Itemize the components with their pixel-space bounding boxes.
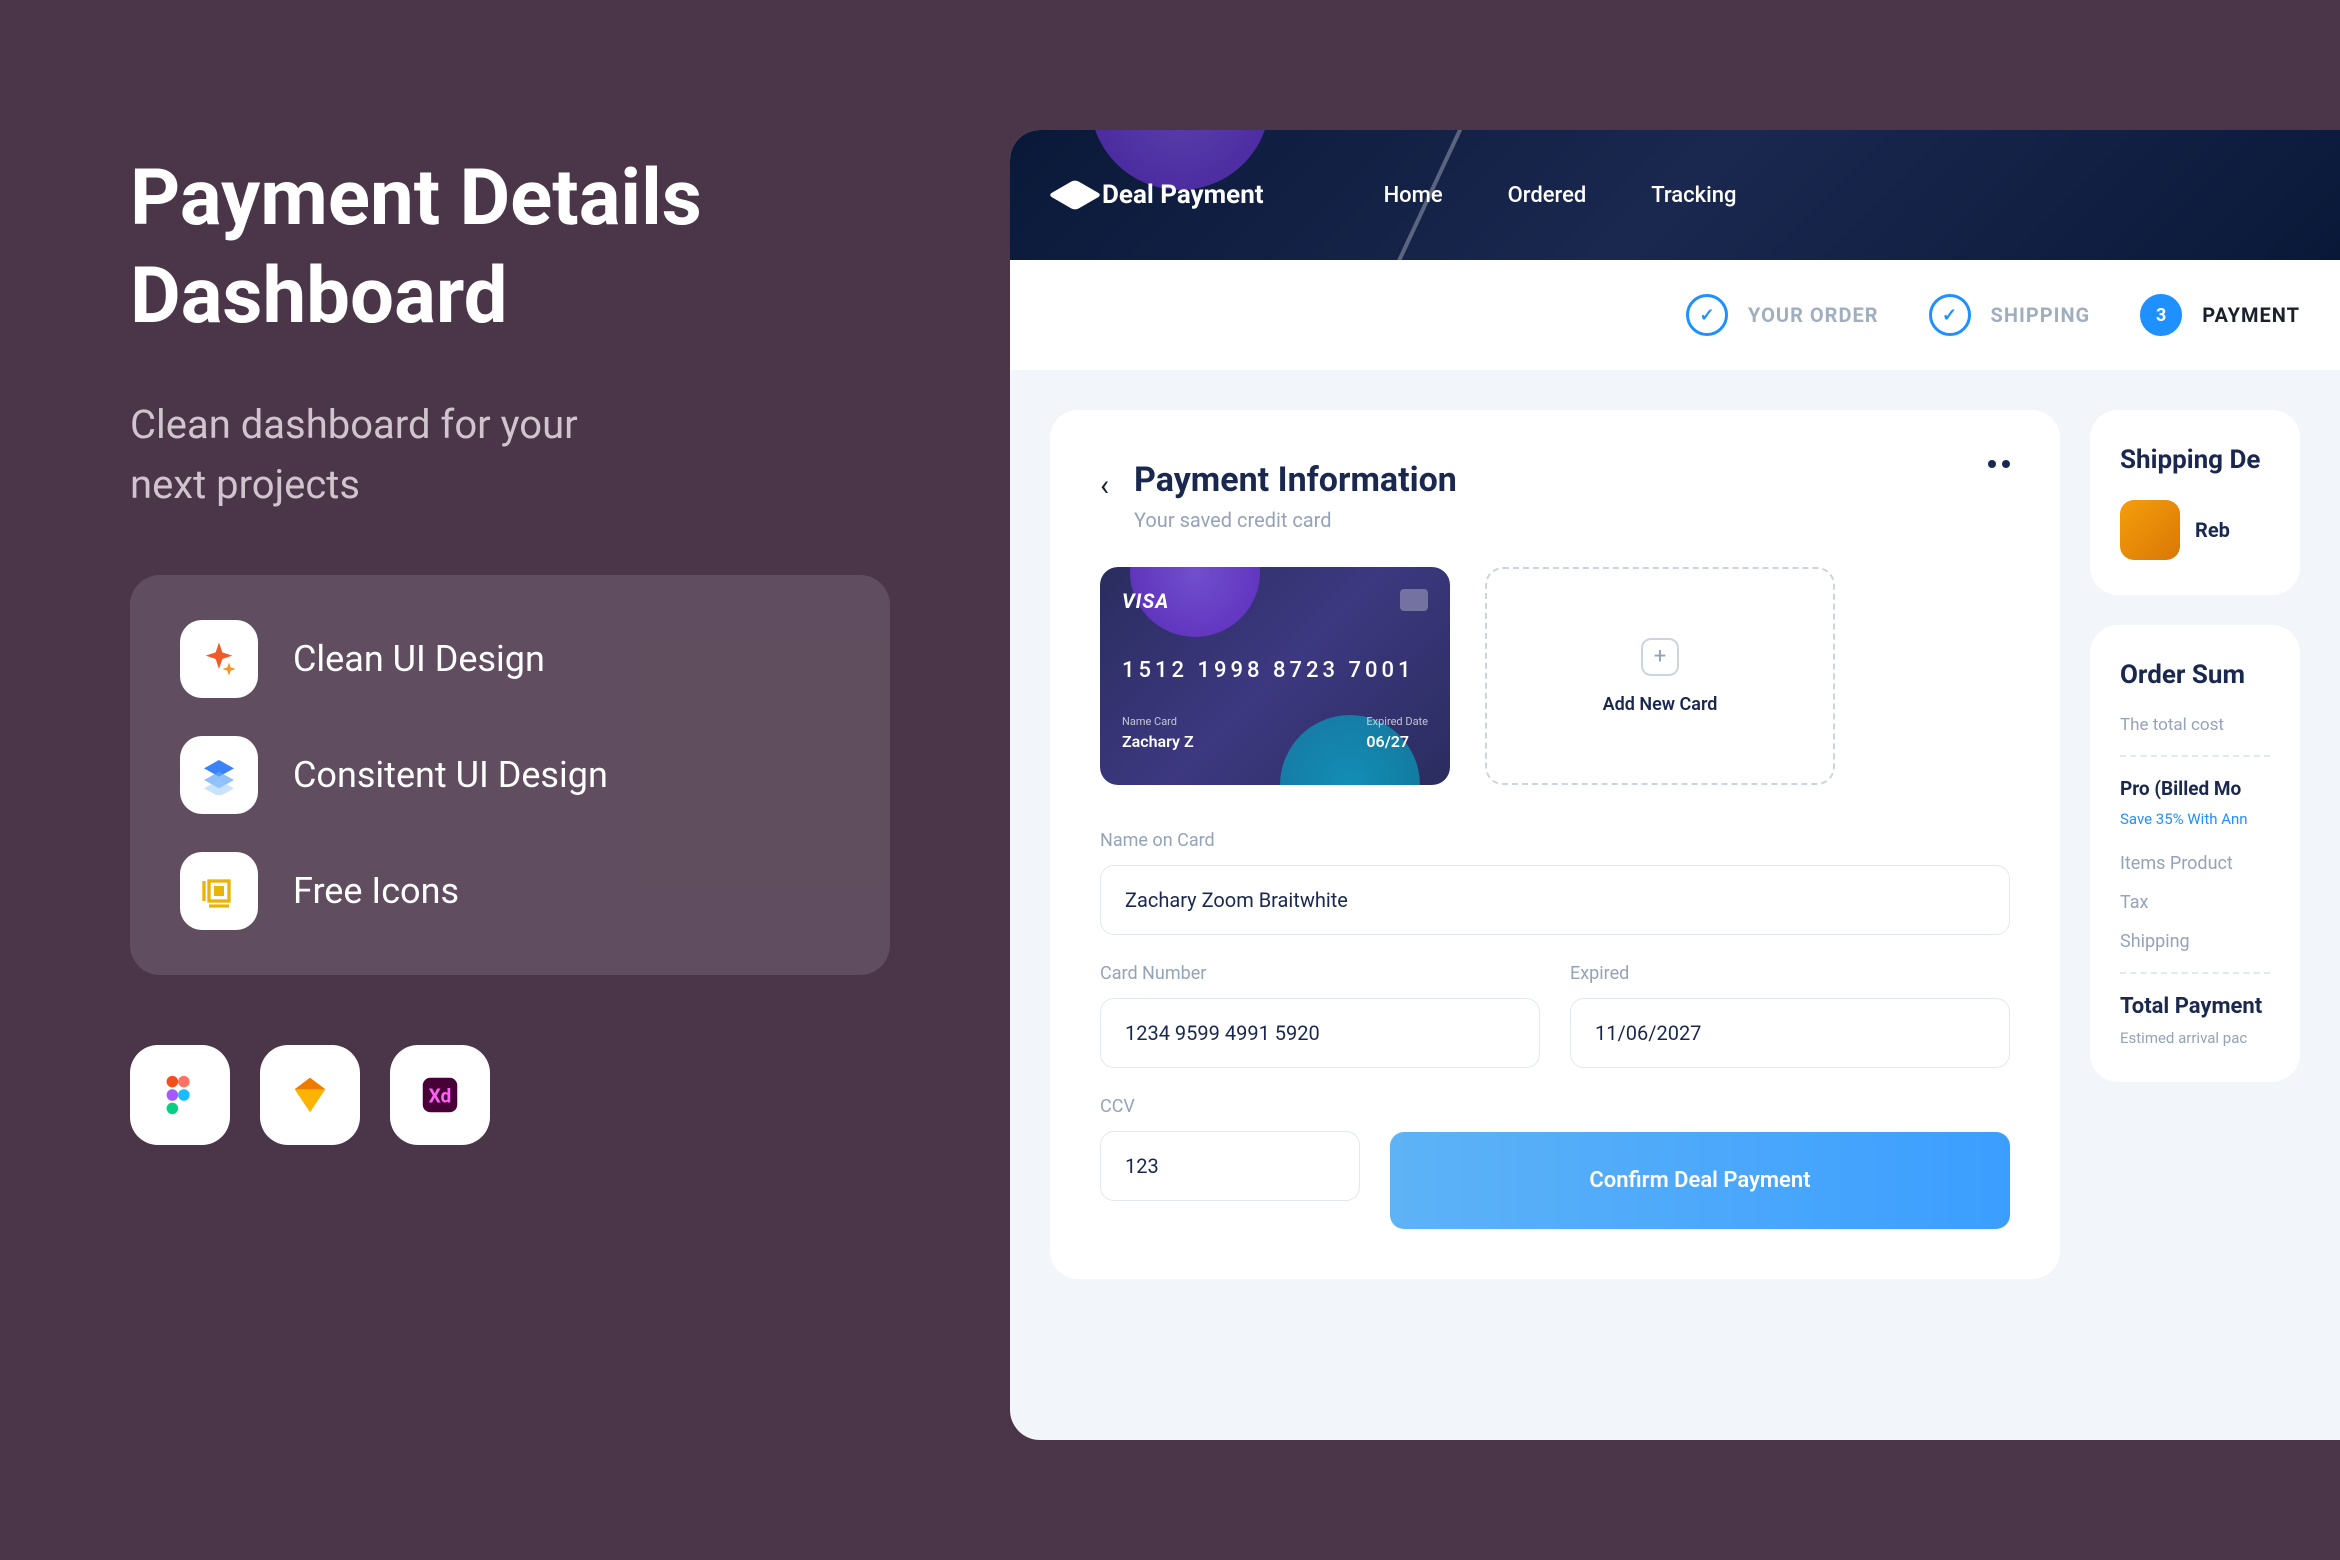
- step-number: 3: [2140, 294, 2182, 336]
- total-label: Total Payment: [2120, 994, 2270, 1019]
- shipping-title: Shipping De: [2120, 445, 2270, 475]
- back-button[interactable]: ‹: [1100, 468, 1109, 503]
- step-label: YOUR ORDER: [1748, 303, 1879, 327]
- plan-name: Pro (Billed Mo: [2120, 777, 2270, 800]
- summary-row: Tax: [2120, 892, 2270, 913]
- feature-label: Consitent UI Design: [293, 754, 608, 796]
- nav-home[interactable]: Home: [1384, 183, 1443, 208]
- logo-icon: [1048, 179, 1102, 210]
- card-exp-label: Expired Date: [1366, 715, 1428, 728]
- card-number: 1512 1998 8723 7001: [1122, 658, 1428, 683]
- card-number-input[interactable]: [1100, 998, 1540, 1068]
- feature-label: Clean UI Design: [293, 638, 545, 680]
- exp-label: Expired: [1570, 963, 2010, 984]
- payment-panel: ‹ Payment Information Your saved credit …: [1050, 410, 2060, 1279]
- ccv-label: CCV: [1100, 1096, 1360, 1117]
- check-icon: ✓: [1929, 294, 1971, 336]
- avatar: [2120, 500, 2180, 560]
- ccv-input[interactable]: [1100, 1131, 1360, 1201]
- dashboard-header: Deal Payment Home Ordered Tracking: [1010, 130, 2340, 260]
- figma-icon: [130, 1045, 230, 1145]
- feature-item: Free Icons: [180, 852, 840, 930]
- more-icon[interactable]: [1988, 460, 2010, 468]
- plus-icon: +: [1641, 638, 1679, 676]
- shipping-card: Shipping De Reb: [2090, 410, 2300, 595]
- step-label: SHIPPING: [1991, 303, 2091, 327]
- logo[interactable]: Deal Payment: [1060, 180, 1264, 210]
- name-input[interactable]: [1100, 865, 2010, 935]
- add-card-label: Add New Card: [1603, 694, 1718, 715]
- panel-title: Payment Information: [1134, 460, 1457, 500]
- card-name-label: Name Card: [1122, 715, 1194, 728]
- feature-label: Free Icons: [293, 870, 459, 912]
- summary-subtitle: The total cost: [2120, 715, 2270, 735]
- summary-title: Order Sum: [2120, 660, 2270, 690]
- sketch-icon: [260, 1045, 360, 1145]
- step-shipping[interactable]: ✓ SHIPPING: [1929, 294, 2091, 336]
- dashboard-window: Deal Payment Home Ordered Tracking ✓ YOU…: [1010, 130, 2340, 1440]
- layers-icon: [180, 736, 258, 814]
- logo-text: Deal Payment: [1102, 180, 1264, 210]
- name-label: Name on Card: [1100, 830, 2010, 851]
- promo-title: Payment DetailsDashboard: [130, 150, 890, 345]
- summary-card: Order Sum The total cost Pro (Billed Mo …: [2090, 625, 2300, 1082]
- number-label: Card Number: [1100, 963, 1540, 984]
- feature-item: Consitent UI Design: [180, 736, 840, 814]
- add-card-button[interactable]: + Add New Card: [1485, 567, 1835, 785]
- card-name: Zachary Z: [1122, 732, 1194, 751]
- expiry-input[interactable]: [1570, 998, 2010, 1068]
- saved-card[interactable]: VISA 1512 1998 8723 7001 Name Card Zachar…: [1100, 567, 1450, 785]
- xd-icon: Xd: [390, 1045, 490, 1145]
- frame-icon: [180, 852, 258, 930]
- checkout-stepper: ✓ YOUR ORDER ✓ SHIPPING 3 PAYMENT: [1010, 260, 2340, 370]
- card-brand: VISA: [1122, 589, 1428, 613]
- shipping-name: Reb: [2195, 518, 2230, 542]
- nav-ordered[interactable]: Ordered: [1508, 183, 1587, 208]
- promo-subtitle: Clean dashboard for yournext projects: [130, 395, 890, 515]
- step-payment[interactable]: 3 PAYMENT: [2140, 294, 2300, 336]
- nav: Home Ordered Tracking: [1384, 183, 1737, 208]
- panel-subtitle: Your saved credit card: [1134, 508, 1457, 532]
- feature-item: Clean UI Design: [180, 620, 840, 698]
- step-order[interactable]: ✓ YOUR ORDER: [1686, 294, 1879, 336]
- arrival-note: Estimed arrival pac: [2120, 1029, 2270, 1047]
- sparkle-icon: [180, 620, 258, 698]
- card-exp: 06/27: [1366, 732, 1428, 751]
- check-icon: ✓: [1686, 294, 1728, 336]
- confirm-button[interactable]: Confirm Deal Payment: [1390, 1132, 2010, 1229]
- summary-row: Items Product: [2120, 853, 2270, 874]
- discount-link[interactable]: Save 35% With Ann: [2120, 810, 2270, 828]
- feature-box: Clean UI Design Consitent UI Design Free…: [130, 575, 890, 975]
- tool-icons: Xd: [130, 1045, 890, 1145]
- nav-tracking[interactable]: Tracking: [1651, 183, 1736, 208]
- step-label: PAYMENT: [2202, 303, 2300, 327]
- summary-row: Shipping: [2120, 931, 2270, 952]
- svg-text:Xd: Xd: [429, 1085, 452, 1108]
